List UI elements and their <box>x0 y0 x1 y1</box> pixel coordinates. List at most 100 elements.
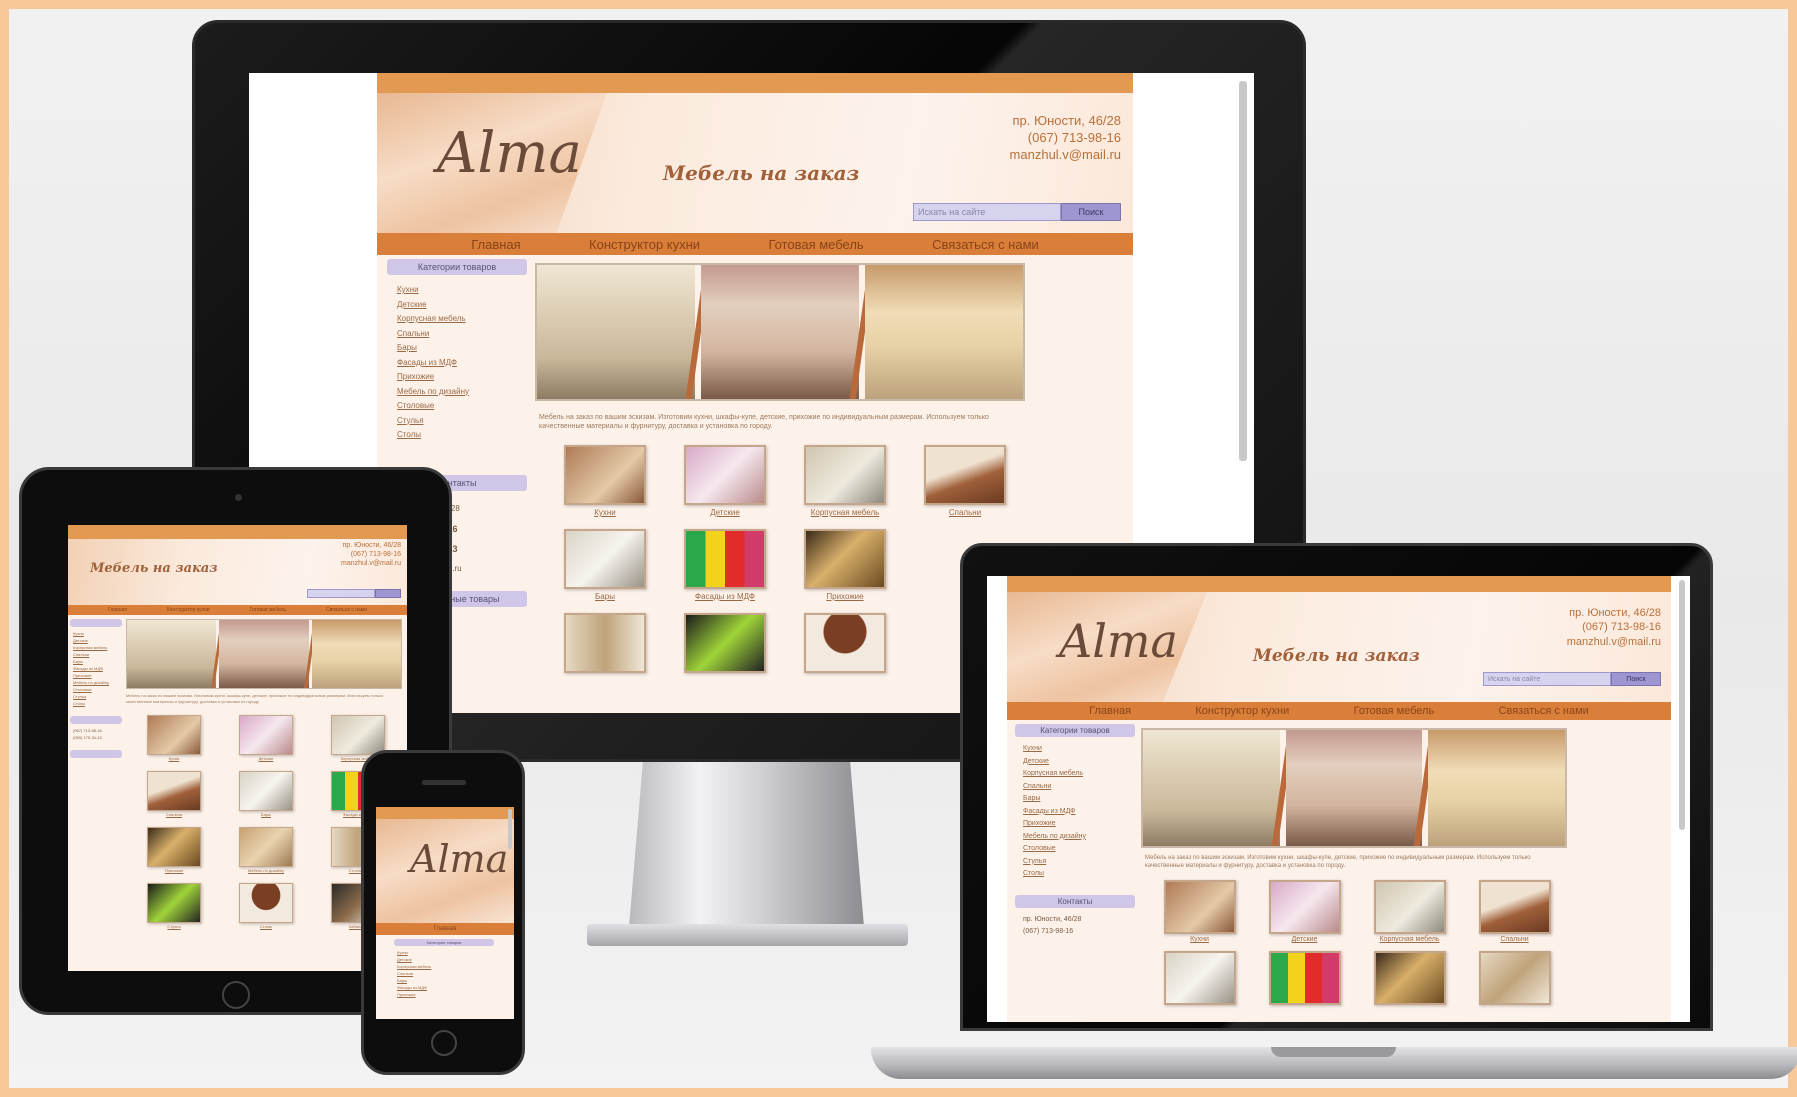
product-tile[interactable]: Спальни <box>1462 880 1567 943</box>
search-button[interactable]: Поиск <box>1611 672 1661 686</box>
product-tile[interactable]: Спальни <box>905 445 1025 517</box>
hero-banner[interactable] <box>1141 728 1567 848</box>
category-link[interactable]: Корпусная мебель <box>1023 768 1127 781</box>
product-tile[interactable] <box>545 613 665 673</box>
product-tile[interactable]: Бары <box>220 771 312 817</box>
product-caption[interactable]: Корпусная мебель <box>811 508 880 517</box>
category-link[interactable]: Бары <box>1023 793 1127 806</box>
category-link[interactable]: Корпусная мебель <box>397 312 517 327</box>
category-link[interactable]: Спальни <box>1023 781 1127 794</box>
category-link[interactable]: Фасады из МДФ <box>397 984 491 991</box>
category-link[interactable]: Столовые <box>1023 843 1127 856</box>
nav-item-contact[interactable]: Связаться с нами <box>1499 705 1589 717</box>
category-link[interactable]: Бары <box>397 341 517 356</box>
category-link[interactable]: Спальни <box>397 327 517 342</box>
category-link[interactable]: Кухни <box>397 949 491 956</box>
category-link[interactable]: Фасады из МДФ <box>1023 806 1127 819</box>
category-link[interactable]: Прихожие <box>1023 818 1127 831</box>
product-caption[interactable]: Бары <box>595 592 615 601</box>
category-link[interactable]: Прихожие <box>397 370 517 385</box>
product-tile[interactable]: Прихожие <box>128 827 220 873</box>
category-link[interactable]: Спальни <box>73 651 119 658</box>
product-caption[interactable]: Бары <box>261 812 271 817</box>
product-tile[interactable]: Бары <box>545 529 665 601</box>
category-link[interactable]: Детские <box>73 637 119 644</box>
category-link[interactable]: Детские <box>1023 756 1127 769</box>
product-tile[interactable] <box>1147 951 1252 1005</box>
product-tile[interactable]: Корпусная мебель <box>785 445 905 517</box>
product-caption[interactable]: Детские <box>710 508 740 517</box>
product-caption[interactable]: Спальни <box>949 508 981 517</box>
category-link[interactable]: Бары <box>397 977 491 984</box>
product-tile[interactable]: Корпусная мебель <box>1357 880 1462 943</box>
search-input[interactable]: Искать на сайте <box>913 203 1061 221</box>
category-link[interactable]: Стулья <box>397 414 517 429</box>
product-caption[interactable]: Кухни <box>169 756 180 761</box>
product-tile[interactable]: Детские <box>1252 880 1357 943</box>
category-link[interactable]: Фасады из МДФ <box>73 665 119 672</box>
search-input[interactable]: Искать на сайте <box>1483 672 1611 686</box>
nav-item-home[interactable]: Главная <box>434 926 457 932</box>
nav-item-home[interactable]: Главная <box>108 607 127 613</box>
site-logo[interactable]: Alma <box>410 837 508 881</box>
category-link[interactable]: Столы <box>397 428 517 443</box>
product-caption[interactable]: Кухни <box>1190 936 1209 943</box>
nav-item-home[interactable]: Главная <box>471 237 520 252</box>
category-link[interactable]: Столы <box>73 700 119 707</box>
search-input[interactable] <box>307 589 375 598</box>
product-caption[interactable]: Детские <box>259 756 274 761</box>
product-tile[interactable]: Детские <box>220 715 312 761</box>
hero-banner[interactable] <box>535 263 1025 401</box>
nav-item-contact[interactable]: Связаться с нами <box>326 607 367 613</box>
product-tile[interactable]: Кухни <box>545 445 665 517</box>
nav-item-contact[interactable]: Связаться с нами <box>932 237 1039 252</box>
email-link[interactable]: manzhul.v@mail.ru <box>1010 147 1121 164</box>
category-link[interactable]: Бары <box>73 658 119 665</box>
search-button[interactable] <box>375 589 401 598</box>
product-tile[interactable]: Столы <box>220 883 312 929</box>
product-caption[interactable]: Спальни <box>166 812 182 817</box>
category-link[interactable]: Корпусная мебель <box>397 963 491 970</box>
category-link[interactable]: Столовые <box>73 686 119 693</box>
product-caption[interactable]: Детские <box>1292 936 1318 943</box>
laptop-scrollbar[interactable] <box>1679 580 1685 830</box>
nav-item-home[interactable]: Главная <box>1089 705 1131 717</box>
product-caption[interactable]: Спальни <box>1500 936 1528 943</box>
nav-item-ready-furniture[interactable]: Готовая мебель <box>768 237 863 252</box>
product-tile[interactable] <box>1462 951 1567 1005</box>
product-caption[interactable]: Мебель по дизайну <box>248 868 284 873</box>
category-link[interactable]: Кухни <box>397 283 517 298</box>
hero-banner[interactable] <box>126 619 402 689</box>
category-link[interactable]: Стулья <box>1023 856 1127 869</box>
category-link[interactable]: Столовые <box>397 399 517 414</box>
category-link[interactable]: Фасады из МДФ <box>397 356 517 371</box>
category-link[interactable]: Мебель по дизайну <box>73 679 119 686</box>
category-link[interactable]: Прихожие <box>397 991 491 998</box>
category-link[interactable]: Прихожие <box>73 672 119 679</box>
search-button[interactable]: Поиск <box>1061 203 1121 221</box>
product-tile[interactable]: Кухни <box>128 715 220 761</box>
email-link[interactable]: manzhul.v@mail.ru <box>341 559 401 568</box>
product-tile[interactable] <box>665 613 785 673</box>
site-logo[interactable]: Alma <box>437 121 582 186</box>
category-link[interactable]: Кухни <box>1023 743 1127 756</box>
email-link[interactable]: manzhul.v@mail.ru <box>1567 635 1661 649</box>
category-link[interactable]: Спальни <box>397 970 491 977</box>
product-caption[interactable]: Стулья <box>167 924 180 929</box>
phone-scrollbar[interactable] <box>508 809 512 849</box>
site-logo[interactable]: Alma <box>1059 614 1178 668</box>
product-tile[interactable]: Спальни <box>128 771 220 817</box>
product-caption[interactable]: Корпусная мебель <box>1379 936 1439 943</box>
nav-item-kitchen-builder[interactable]: Конструктор кухни <box>1195 705 1289 717</box>
product-tile[interactable]: Фасады из МДФ <box>665 529 785 601</box>
product-tile[interactable]: Мебель по дизайну <box>220 827 312 873</box>
category-link[interactable]: Детские <box>397 298 517 313</box>
category-link[interactable]: Корпусная мебель <box>73 644 119 651</box>
category-link[interactable]: Кухни <box>73 630 119 637</box>
nav-item-kitchen-builder[interactable]: Конструктор кухни <box>589 237 700 252</box>
nav-item-ready-furniture[interactable]: Готовая мебель <box>1354 705 1435 717</box>
product-caption[interactable]: Кухни <box>594 508 616 517</box>
tablet-home-button[interactable] <box>222 981 250 1009</box>
product-caption[interactable]: Столы <box>260 924 272 929</box>
nav-item-kitchen-builder[interactable]: Конструктор кухни <box>167 607 210 613</box>
